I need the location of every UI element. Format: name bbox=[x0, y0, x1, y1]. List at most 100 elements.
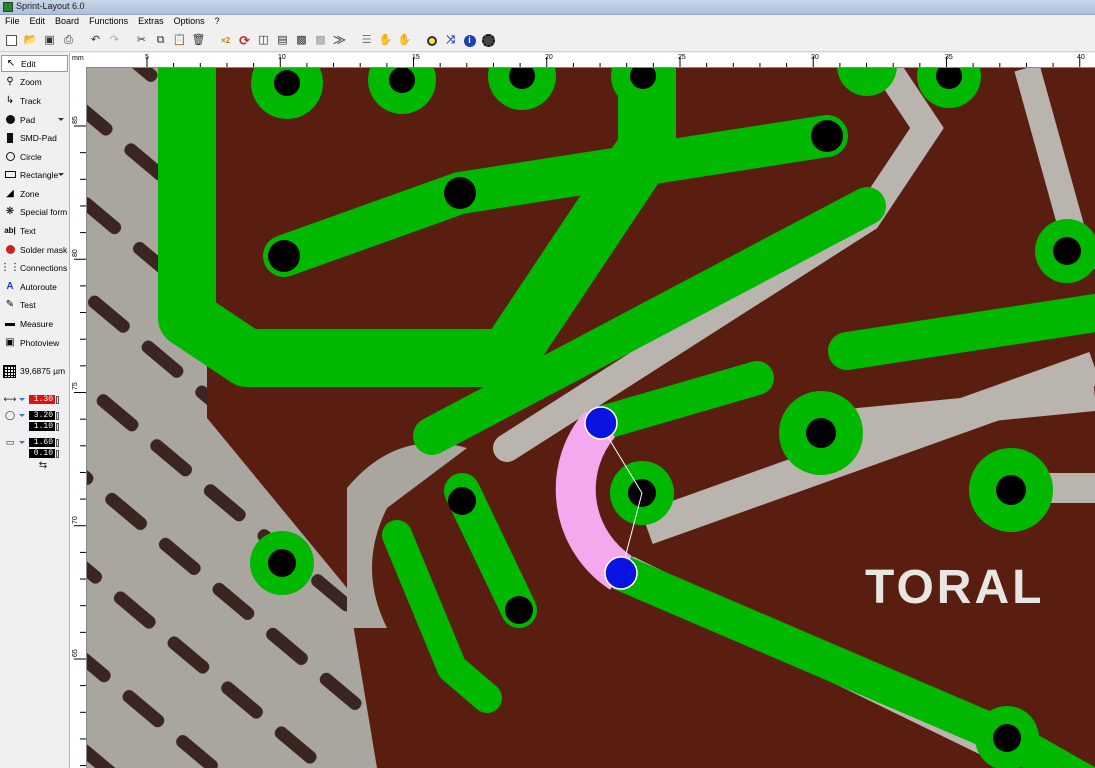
new-icon[interactable] bbox=[3, 32, 20, 49]
pad[interactable] bbox=[250, 531, 314, 595]
spin-control[interactable] bbox=[56, 438, 59, 447]
tool-circle[interactable]: Circle bbox=[1, 148, 68, 165]
pad-outer-value[interactable]: 3.20 bbox=[29, 411, 55, 420]
info-icon[interactable]: i bbox=[461, 32, 478, 49]
mirror-v-icon[interactable]: ▤ bbox=[274, 32, 291, 49]
delete-icon[interactable]: 🗑 bbox=[190, 32, 207, 49]
lock-icon[interactable]: ✋ bbox=[377, 32, 394, 49]
save-icon[interactable]: ▣ bbox=[41, 32, 58, 49]
tool-pad[interactable]: Pad bbox=[1, 111, 68, 128]
redo-icon[interactable]: ↷ bbox=[106, 32, 123, 49]
arc-handle-start[interactable] bbox=[584, 406, 618, 440]
smd-height-param[interactable]: 0.10 bbox=[3, 448, 69, 459]
board-view[interactable]: TORAL bbox=[87, 68, 1095, 768]
pad[interactable] bbox=[975, 706, 1039, 768]
arc-handle-end[interactable] bbox=[604, 556, 638, 590]
tool-zone[interactable]: ◢ Zone bbox=[1, 185, 68, 202]
ruler-left-ticks bbox=[74, 125, 86, 767]
ruler-left: 85 80 75 70 65 bbox=[70, 67, 87, 768]
app-icon bbox=[3, 2, 13, 12]
menu-board[interactable]: Board bbox=[50, 15, 84, 29]
pad-inner-value[interactable]: 1.10 bbox=[29, 422, 55, 431]
pad[interactable] bbox=[444, 177, 476, 209]
pad[interactable] bbox=[811, 120, 843, 152]
ruler-label: 35 bbox=[945, 54, 953, 61]
open-icon[interactable]: 📂 bbox=[22, 32, 39, 49]
grid-selector[interactable]: 39,6875 µm bbox=[3, 362, 68, 380]
tool-sidebar: ↖ Edit ⚲ Zoom ↳ Track Pad SMD-Pad Circle… bbox=[0, 53, 70, 768]
menu-edit[interactable]: Edit bbox=[25, 15, 51, 29]
chevron-down-icon[interactable] bbox=[58, 118, 64, 121]
track-width-param[interactable]: ⟷ 1.30 bbox=[3, 394, 69, 405]
group-icon[interactable]: ▩ bbox=[293, 32, 310, 49]
tool-special-form[interactable]: ❋ Special form bbox=[1, 203, 68, 220]
cut-icon[interactable]: ✂ bbox=[133, 32, 150, 49]
test-icon: ✎ bbox=[5, 299, 15, 310]
tool-connections[interactable]: ⋮⋮ Connections bbox=[0, 259, 68, 276]
spin-control[interactable] bbox=[56, 449, 59, 458]
x2-icon[interactable]: ×2 bbox=[217, 32, 234, 49]
pad[interactable] bbox=[779, 391, 863, 475]
print-icon[interactable]: ⎙ bbox=[60, 32, 77, 49]
pad-inner-param[interactable]: 1.10 bbox=[3, 421, 69, 432]
align-icon[interactable]: ⨠ bbox=[331, 32, 348, 49]
menu-bar: File Edit Board Functions Extras Options… bbox=[0, 15, 1095, 29]
smd-width-value[interactable]: 1.60 bbox=[29, 438, 55, 447]
toolbar-separator bbox=[350, 32, 356, 49]
menu-options[interactable]: Options bbox=[169, 15, 210, 29]
track-icon: ↳ bbox=[5, 95, 15, 106]
tool-smd-pad[interactable]: SMD-Pad bbox=[1, 129, 68, 146]
tool-measure[interactable]: ▬ Measure bbox=[1, 315, 68, 332]
menu-file[interactable]: File bbox=[0, 15, 25, 29]
swap-icon[interactable]: ⇆ bbox=[36, 460, 56, 471]
unlock-icon[interactable]: ✋ bbox=[396, 32, 413, 49]
rectangle-icon bbox=[4, 169, 16, 181]
settings-icon[interactable] bbox=[480, 32, 497, 49]
chevron-down-icon[interactable] bbox=[19, 398, 25, 401]
smd-width-param[interactable]: ▭ 1.60 bbox=[3, 437, 69, 448]
solder-mask-icon bbox=[4, 244, 16, 256]
menu-functions[interactable]: Functions bbox=[84, 15, 133, 29]
tool-solder-mask[interactable]: Solder mask bbox=[1, 241, 68, 258]
rotate-icon[interactable]: ⟳ bbox=[236, 32, 253, 49]
chevron-down-icon[interactable] bbox=[19, 441, 25, 444]
mirror-h-icon[interactable]: ◫ bbox=[255, 32, 272, 49]
tool-autoroute[interactable]: A Autoroute bbox=[1, 278, 68, 295]
tool-zoom[interactable]: ⚲ Zoom bbox=[1, 73, 68, 90]
spin-control[interactable] bbox=[56, 395, 59, 404]
track-width-value[interactable]: 1.30 bbox=[29, 395, 55, 404]
pad[interactable] bbox=[505, 596, 533, 624]
menu-help[interactable]: ? bbox=[210, 15, 225, 29]
magnifier-icon: ⚲ bbox=[6, 76, 14, 87]
ungroup-icon[interactable]: ▩ bbox=[312, 32, 329, 49]
pad[interactable] bbox=[448, 487, 476, 515]
paste-icon[interactable]: 📋 bbox=[171, 32, 188, 49]
copy-icon[interactable]: ⧉ bbox=[152, 32, 169, 49]
ruler-label: 15 bbox=[412, 54, 420, 61]
spin-control[interactable] bbox=[56, 422, 59, 431]
menu-extras[interactable]: Extras bbox=[133, 15, 169, 29]
tool-edit[interactable]: ↖ Edit bbox=[1, 55, 68, 72]
spin-control[interactable] bbox=[56, 411, 59, 420]
chevron-down-icon[interactable] bbox=[19, 414, 25, 417]
chevron-down-icon[interactable] bbox=[58, 173, 64, 176]
pad-outer-param[interactable]: ◯ 3.20 bbox=[3, 410, 69, 421]
tool-text[interactable]: ab| Text bbox=[1, 222, 68, 239]
pcb-canvas[interactable]: TORAL bbox=[87, 68, 1095, 768]
group-select-icon[interactable]: ☰ bbox=[358, 32, 375, 49]
pad[interactable] bbox=[969, 448, 1053, 532]
ruler-label: 40 bbox=[1077, 54, 1085, 61]
zoom-icon[interactable] bbox=[423, 32, 440, 49]
undo-icon[interactable]: ↶ bbox=[87, 32, 104, 49]
pad[interactable] bbox=[268, 240, 300, 272]
ruler-label: 70 bbox=[72, 516, 79, 524]
title-bar: Sprint-Layout 6.0 bbox=[0, 0, 1095, 15]
tool-photoview[interactable]: ▣ Photoview bbox=[1, 334, 68, 351]
tool-rectangle[interactable]: Rectangle bbox=[1, 166, 68, 183]
smd-height-value[interactable]: 0.10 bbox=[29, 449, 55, 458]
tool-track[interactable]: ↳ Track bbox=[1, 92, 68, 109]
pad-icon bbox=[4, 114, 16, 126]
tool-test[interactable]: ✎ Test bbox=[1, 296, 68, 313]
ruler-top: mm 5 10 15 20 25 30 35 40 bbox=[70, 53, 1095, 68]
drc-icon[interactable]: ⤨ bbox=[442, 32, 459, 49]
